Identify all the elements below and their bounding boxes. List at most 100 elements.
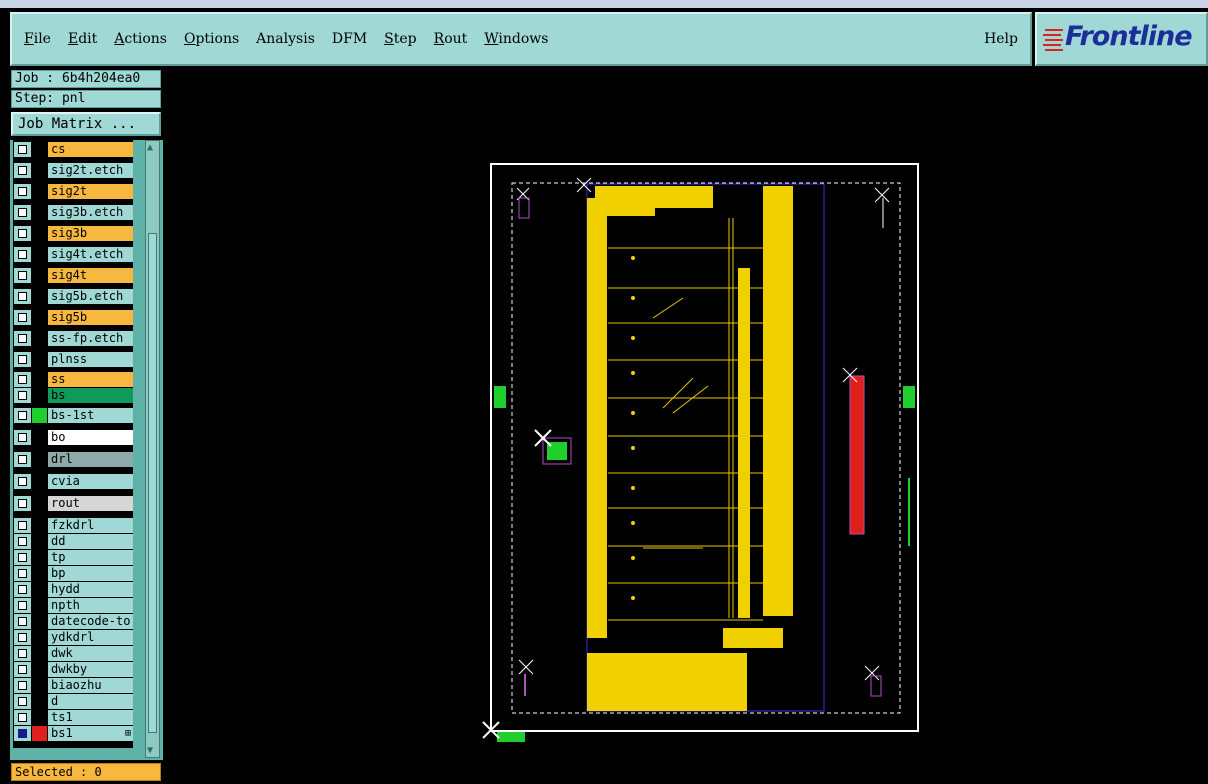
layer-checkbox[interactable] (14, 566, 31, 581)
layer-name[interactable]: ss (48, 372, 133, 387)
layer-checkbox[interactable] (14, 289, 31, 304)
layer-checkbox[interactable] (14, 550, 31, 565)
menu-actions[interactable]: Actions (114, 31, 167, 47)
layer-name[interactable]: ydkdrl (48, 630, 133, 645)
layer-checkbox[interactable] (14, 310, 31, 325)
layer-checkbox[interactable] (14, 646, 31, 661)
layer-name[interactable]: bs (48, 388, 133, 403)
layer-name[interactable]: datecode-to (48, 614, 133, 629)
layer-name[interactable]: dd (48, 534, 133, 549)
layer-name[interactable]: sig2t.etch (48, 163, 133, 178)
bottom-marker[interactable] (497, 732, 525, 742)
graphic-editor-canvas[interactable] (163, 68, 1208, 784)
layer-row[interactable]: biaozhu (13, 678, 133, 693)
pcb-panel-view[interactable] (163, 68, 1208, 784)
layer-row[interactable]: ts1 (13, 710, 133, 725)
scroll-thumb[interactable] (148, 233, 157, 733)
layer-row[interactable]: dwkby (13, 662, 133, 677)
layer-checkbox[interactable] (14, 163, 31, 178)
layer-checkbox[interactable] (14, 598, 31, 613)
layer-row[interactable]: ss (13, 372, 133, 387)
layer-name[interactable]: sig3b.etch (48, 205, 133, 220)
layer-checkbox[interactable] (14, 268, 31, 283)
layer-name[interactable]: cvia (48, 474, 133, 489)
layer-checkbox[interactable] (14, 331, 31, 346)
layer-row[interactable]: sig2t (13, 184, 133, 199)
layer-checkbox[interactable] (14, 534, 31, 549)
layer-checkbox[interactable] (14, 582, 31, 597)
layer-checkbox[interactable] (14, 205, 31, 220)
expand-icon[interactable]: ⊞ (125, 726, 131, 741)
layer-checkbox[interactable] (14, 726, 31, 741)
menu-edit[interactable]: Edit (68, 31, 97, 47)
layer-row[interactable]: dwk (13, 646, 133, 661)
layer-checkbox[interactable] (14, 474, 31, 489)
layer-checkbox[interactable] (14, 710, 31, 725)
layer-checkbox[interactable] (14, 408, 31, 423)
layer-checkbox[interactable] (14, 630, 31, 645)
layer-checkbox[interactable] (14, 388, 31, 403)
menu-analysis[interactable]: Analysis (256, 31, 315, 47)
layer-row[interactable]: ss-fp.etch (13, 331, 133, 346)
layer-checkbox[interactable] (14, 142, 31, 157)
layer-name[interactable]: rout (48, 496, 133, 511)
layer-name[interactable]: npth (48, 598, 133, 613)
highlight-red-bar[interactable] (849, 375, 865, 535)
layer-row[interactable]: bs (13, 388, 133, 403)
layer-checkbox[interactable] (14, 352, 31, 367)
menu-rout[interactable]: Rout (434, 31, 468, 47)
job-matrix-button[interactable]: Job Matrix ... (11, 112, 161, 136)
layer-name[interactable]: bs1 ⊞ (48, 726, 133, 741)
layer-name[interactable]: hydd (48, 582, 133, 597)
layer-name[interactable]: bs-1st (48, 408, 133, 423)
left-fiducial-marker[interactable] (494, 386, 506, 408)
layer-name[interactable]: cs (48, 142, 133, 157)
layer-name[interactable]: sig4t.etch (48, 247, 133, 262)
layer-name[interactable]: dwkby (48, 662, 133, 677)
layer-row[interactable]: cvia (13, 474, 133, 489)
layer-row[interactable]: sig5b (13, 310, 133, 325)
layer-row[interactable]: fzkdrl (13, 518, 133, 533)
layer-row[interactable]: datecode-to (13, 614, 133, 629)
layer-name[interactable]: fzkdrl (48, 518, 133, 533)
layer-name[interactable]: d (48, 694, 133, 709)
layer-name[interactable]: bo (48, 430, 133, 445)
layer-row[interactable]: d (13, 694, 133, 709)
layer-row[interactable]: sig2t.etch (13, 163, 133, 178)
layer-checkbox[interactable] (14, 496, 31, 511)
layer-row[interactable]: bs-1st (13, 408, 133, 423)
menu-windows[interactable]: Windows (484, 31, 548, 47)
layer-row[interactable]: drl (13, 452, 133, 467)
layer-row[interactable]: bo (13, 430, 133, 445)
layer-name[interactable]: biaozhu (48, 678, 133, 693)
menu-file[interactable]: File (24, 31, 51, 47)
layer-row[interactable]: sig4t (13, 268, 133, 283)
layer-checkbox[interactable] (14, 372, 31, 387)
layer-name[interactable]: ss-fp.etch (48, 331, 133, 346)
layer-checkbox[interactable] (14, 184, 31, 199)
layer-list-scrollbar[interactable]: ▲ ▼ (145, 140, 160, 758)
layer-name[interactable]: sig5b.etch (48, 289, 133, 304)
layer-row[interactable]: bp (13, 566, 133, 581)
layer-name[interactable]: ts1 (48, 710, 133, 725)
scroll-down-icon[interactable]: ▼ (147, 745, 153, 756)
menu-options[interactable]: Options (184, 31, 239, 47)
layer-checkbox[interactable] (14, 430, 31, 445)
layer-row[interactable]: npth (13, 598, 133, 613)
layer-name[interactable]: sig4t (48, 268, 133, 283)
layer-row[interactable]: sig4t.etch (13, 247, 133, 262)
layer-checkbox[interactable] (14, 247, 31, 262)
layer-row[interactable]: bs1 ⊞ (13, 726, 133, 741)
menu-step[interactable]: Step (384, 31, 416, 47)
layer-checkbox[interactable] (14, 662, 31, 677)
layer-row[interactable]: dd (13, 534, 133, 549)
layer-row[interactable]: rout (13, 496, 133, 511)
layer-checkbox[interactable] (14, 678, 31, 693)
layer-row[interactable]: hydd (13, 582, 133, 597)
layer-row[interactable]: sig3b.etch (13, 205, 133, 220)
menu-help[interactable]: Help (984, 31, 1018, 47)
layer-name[interactable]: plnss (48, 352, 133, 367)
layer-name[interactable]: bp (48, 566, 133, 581)
layer-checkbox[interactable] (14, 518, 31, 533)
layer-row[interactable]: sig3b (13, 226, 133, 241)
